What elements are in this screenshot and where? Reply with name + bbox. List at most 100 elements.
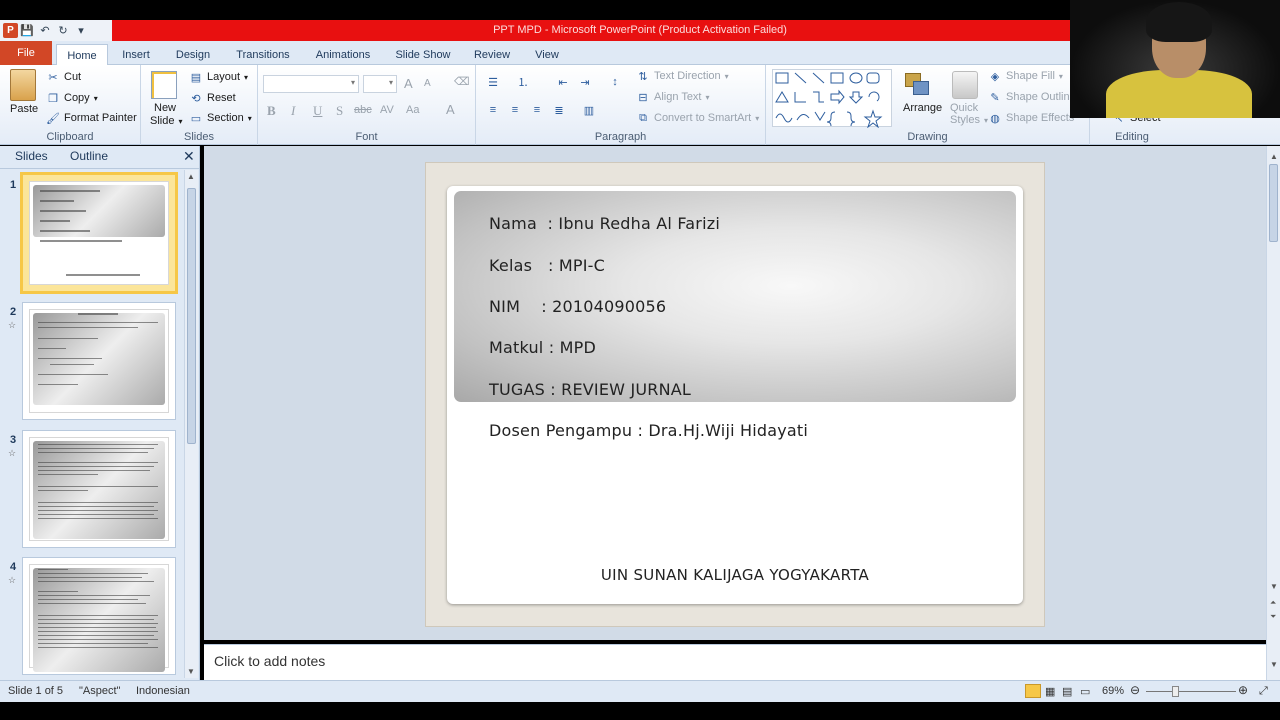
clear-formatting-icon[interactable]: ⌫ — [454, 75, 470, 88]
shrink-font-button[interactable]: A — [424, 78, 431, 89]
slide-text-nama[interactable]: Nama : Ibnu Redha Al Farizi — [489, 214, 720, 233]
scroll-up-icon[interactable]: ▲ — [187, 172, 195, 181]
italic-button[interactable]: I — [291, 103, 295, 119]
tab-home[interactable]: Home — [56, 44, 108, 66]
tab-review[interactable]: Review — [468, 44, 516, 65]
character-spacing-button[interactable]: AV — [380, 104, 394, 116]
tab-slides[interactable]: Slides — [15, 149, 48, 163]
slide-show-icon[interactable]: ▭ — [1080, 685, 1090, 698]
scroll-down-icon[interactable]: ▼ — [1270, 582, 1278, 591]
redo-icon[interactable]: ↻ — [54, 23, 72, 39]
font-family-dropdown[interactable]: ▾ — [263, 75, 359, 93]
underline-button[interactable]: U — [313, 103, 322, 119]
copy-button[interactable]: ❐ Copy ▾ — [46, 91, 98, 105]
close-icon[interactable]: ✕ — [183, 148, 195, 165]
paste-icon[interactable] — [10, 69, 36, 101]
bold-button[interactable]: B — [267, 103, 276, 119]
slide-text-tugas[interactable]: TUGAS : REVIEW JURNAL — [489, 380, 691, 399]
slides-pane-scrollbar[interactable]: ▲ ▼ — [184, 170, 198, 678]
slide-thumbnail-2[interactable] — [22, 302, 176, 420]
decrease-indent-button[interactable]: ⇤ — [556, 75, 570, 89]
quick-styles-label-2[interactable]: Styles ▾ — [950, 114, 988, 126]
numbering-button[interactable]: ⒈ — [516, 75, 530, 89]
notes-placeholder[interactable]: Click to add notes — [214, 653, 325, 669]
align-center-button[interactable]: ≡ — [508, 103, 522, 117]
slide-scrollbar[interactable]: ▲ ▼ ⏶ ⏷ ▼ — [1266, 146, 1280, 680]
arrange-icon[interactable] — [903, 71, 933, 99]
grow-font-button[interactable]: A — [404, 76, 413, 91]
cut-label: Cut — [64, 71, 82, 83]
theme-name[interactable]: "Aspect" — [79, 685, 120, 697]
justify-button[interactable]: ≣ — [552, 103, 566, 117]
arrange-button[interactable]: Arrange — [903, 102, 942, 114]
next-slide-icon[interactable]: ⏷ — [1270, 612, 1276, 622]
slide-text-nim[interactable]: NIM : 20104090056 — [489, 297, 666, 316]
slide-text-dosen[interactable]: Dosen Pengampu : Dra.Hj.Wiji Hidayati — [489, 421, 808, 440]
undo-icon[interactable]: ↶ — [36, 23, 54, 39]
shapes-gallery[interactable] — [772, 69, 892, 129]
notes-pane[interactable]: Click to add notes — [204, 644, 1266, 680]
tab-outline[interactable]: Outline — [70, 149, 108, 163]
slide-thumbnail-4[interactable] — [22, 557, 176, 675]
slide-text-kelas[interactable]: Kelas : MPI-C — [489, 256, 605, 275]
bullets-button[interactable]: ☰ — [486, 75, 500, 89]
scroll-thumb[interactable] — [1269, 164, 1278, 242]
align-right-button[interactable]: ≡ — [530, 103, 544, 117]
zoom-slider-thumb[interactable] — [1172, 686, 1179, 697]
new-slide-label-2[interactable]: Slide ▾ — [150, 115, 182, 127]
powerpoint-app-icon[interactable]: P — [3, 23, 18, 38]
tab-slide-show[interactable]: Slide Show — [388, 44, 458, 65]
shape-outline-button[interactable]: ✎ Shape Outline — [988, 90, 1075, 104]
align-left-button[interactable]: ≡ — [486, 103, 500, 117]
cut-button[interactable]: ✂ Cut — [46, 70, 81, 84]
slide-thumbnail-1[interactable] — [20, 172, 178, 294]
columns-button[interactable]: ▥ — [582, 103, 596, 117]
quick-styles-icon[interactable] — [952, 71, 978, 99]
slide-thumbnail-3[interactable] — [22, 430, 176, 548]
zoom-out-icon[interactable]: ⊖ — [1130, 683, 1140, 697]
scroll-down-icon[interactable]: ▼ — [187, 667, 195, 676]
zoom-slider-track[interactable] — [1146, 691, 1236, 692]
customize-qat-icon[interactable]: ▾ — [72, 23, 90, 39]
line-spacing-button[interactable]: ↕ — [608, 75, 622, 89]
shape-fill-button[interactable]: ◈ Shape Fill ▾ — [988, 69, 1063, 83]
reading-view-icon[interactable]: ▤ — [1062, 685, 1072, 698]
align-text-button[interactable]: ⊟ Align Text ▾ — [636, 90, 709, 104]
scroll-up-icon[interactable]: ▲ — [1270, 152, 1278, 161]
reset-button[interactable]: ⟲ Reset — [189, 91, 235, 105]
slide-footer-text[interactable]: UIN SUNAN KALIJAGA YOGYAKARTA — [447, 566, 1023, 584]
increase-indent-button[interactable]: ⇥ — [578, 75, 592, 89]
zoom-in-icon[interactable]: ⊕ — [1238, 683, 1248, 697]
change-case-button[interactable]: Aa — [406, 104, 419, 116]
tab-transitions[interactable]: Transitions — [228, 44, 298, 65]
paste-button[interactable]: Paste — [10, 103, 38, 115]
layout-button[interactable]: ▤ Layout ▾ — [189, 70, 248, 84]
strikethrough-button[interactable]: abc — [354, 104, 372, 116]
new-slide-icon[interactable] — [151, 71, 177, 99]
tab-animations[interactable]: Animations — [308, 44, 378, 65]
section-button[interactable]: ▭ Section ▾ — [189, 111, 252, 125]
font-size-dropdown[interactable]: ▾ — [363, 75, 397, 93]
tab-insert[interactable]: Insert — [114, 44, 158, 65]
language-indicator[interactable]: Indonesian — [136, 685, 190, 697]
quick-styles-label[interactable]: Quick — [950, 102, 978, 114]
format-painter-button[interactable]: 🖌 Format Painter — [46, 111, 137, 125]
zoom-level[interactable]: 69% — [1102, 685, 1124, 697]
shape-effects-button[interactable]: ◍ Shape Effects — [988, 111, 1074, 125]
fit-to-window-icon[interactable]: ⤢ — [1259, 685, 1268, 698]
slide-sorter-icon[interactable]: ▦ — [1045, 685, 1055, 698]
previous-slide-icon[interactable]: ⏶ — [1270, 598, 1276, 608]
tab-design[interactable]: Design — [170, 44, 216, 65]
font-color-button[interactable]: A — [446, 102, 455, 117]
text-shadow-button[interactable]: S — [336, 103, 343, 119]
tab-file[interactable]: File — [0, 41, 52, 65]
save-icon[interactable]: 💾 — [18, 23, 36, 39]
convert-smartart-button[interactable]: ⧉ Convert to SmartArt ▾ — [636, 111, 759, 125]
normal-view-icon[interactable] — [1025, 684, 1041, 698]
slide-text-matkul[interactable]: Matkul : MPD — [489, 338, 596, 357]
scroll-thumb[interactable] — [187, 188, 196, 444]
text-direction-button[interactable]: ⇅ Text Direction ▾ — [636, 69, 728, 83]
new-slide-label[interactable]: New — [154, 102, 176, 114]
tab-view[interactable]: View — [526, 44, 568, 65]
scroll-down-icon[interactable]: ▼ — [1270, 660, 1278, 669]
